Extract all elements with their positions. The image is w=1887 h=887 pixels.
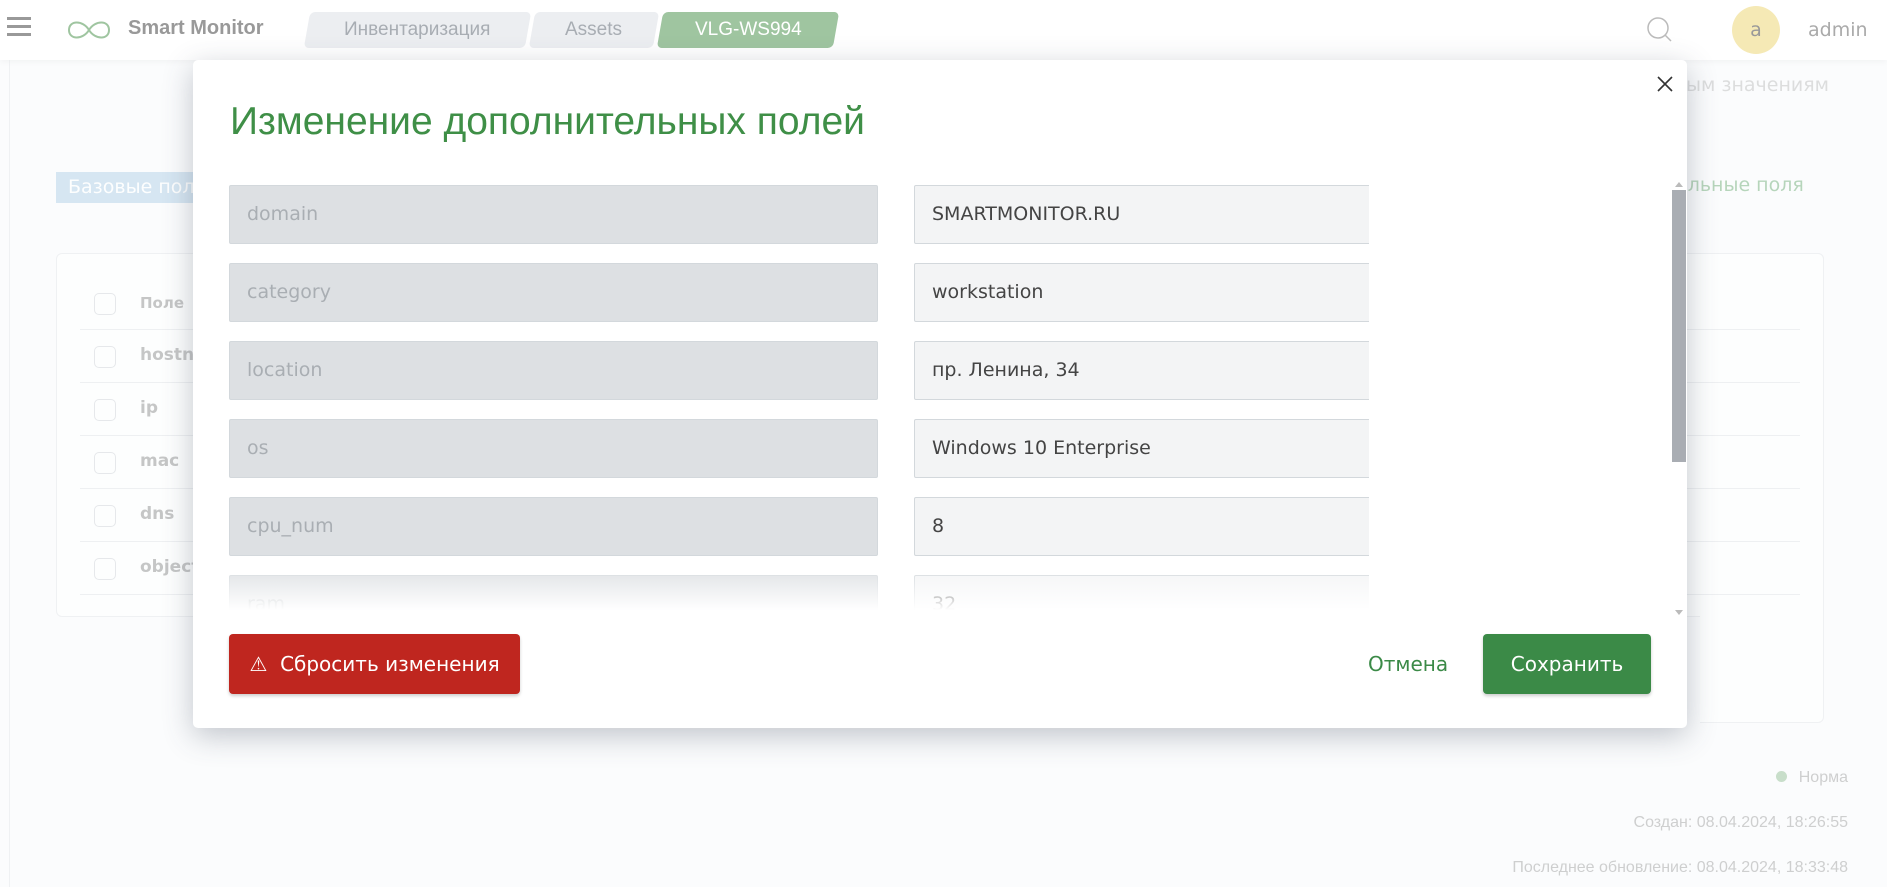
row-checkbox[interactable]	[94, 558, 116, 580]
field-value-input[interactable]: SMARTMONITOR.RU	[914, 185, 1369, 244]
modal-title: Изменение дополнительных полей	[230, 100, 865, 143]
field-value-input[interactable]: workstation	[914, 263, 1369, 322]
brand-name: Smart Monitor	[128, 17, 264, 39]
status-dot-icon	[1775, 771, 1787, 782]
field-value-input[interactable]: Windows 10 Enterprise	[914, 419, 1369, 478]
status-badge: Норма	[1775, 769, 1848, 787]
scroll-fade	[229, 565, 1369, 610]
hint-text: ым значениям	[1686, 74, 1829, 96]
warning-icon: ⚠	[249, 652, 268, 676]
user-name[interactable]: admin	[1808, 19, 1868, 41]
field-value-input[interactable]: 8	[914, 497, 1369, 556]
created-date: Создан: 08.04.2024, 18:26:55	[1633, 814, 1848, 831]
field-name-input: category	[229, 263, 878, 322]
select-all-checkbox[interactable]	[94, 293, 116, 315]
cancel-button[interactable]: Отмена	[1368, 634, 1448, 694]
save-button[interactable]: Сохранить	[1483, 634, 1651, 694]
updated-date: Последнее обновление: 08.04.2024, 18:33:…	[1512, 859, 1848, 876]
tab-extra-fields[interactable]: ельные поля	[1676, 174, 1804, 196]
row-checkbox[interactable]	[94, 346, 116, 368]
field-name-input: os	[229, 419, 878, 478]
column-header-field: Поле	[140, 294, 185, 312]
fields-list: domain SMARTMONITOR.RU category workstation…	[229, 185, 1369, 610]
row-field: mac	[140, 451, 180, 471]
field-name-input: domain	[229, 185, 878, 244]
reset-button[interactable]: ⚠ Сбросить изменения	[229, 634, 520, 694]
field-name-input: location	[229, 341, 878, 400]
row-field: dns	[140, 504, 175, 524]
row-field: ip	[140, 398, 158, 418]
edit-fields-modal: Изменение дополнительных полей domain SMA…	[193, 60, 1687, 728]
top-bar: Smart Monitor Инвентаризация Assets VLG-…	[0, 0, 1887, 60]
breadcrumb-inventory[interactable]: Инвентаризация	[303, 12, 532, 48]
row-checkbox[interactable]	[94, 452, 116, 474]
field-name-input: cpu_num	[229, 497, 878, 556]
scrollbar-thumb[interactable]	[1672, 190, 1686, 462]
breadcrumb-assets[interactable]: Assets	[528, 12, 660, 48]
row-field: object	[140, 557, 200, 577]
logo-icon	[67, 21, 111, 39]
avatar[interactable]: a	[1732, 6, 1780, 54]
tab-base-fields[interactable]: Базовые поля	[56, 172, 216, 203]
row-checkbox[interactable]	[94, 505, 116, 527]
row-checkbox[interactable]	[94, 399, 116, 421]
divider	[9, 60, 10, 887]
menu-icon[interactable]	[7, 17, 31, 37]
scroll-up-icon[interactable]	[1675, 182, 1683, 187]
close-icon[interactable]	[1655, 74, 1675, 94]
search-icon[interactable]	[1646, 16, 1674, 44]
field-value-input[interactable]: пр. Ленина, 34	[914, 341, 1369, 400]
breadcrumb-current[interactable]: VLG-WS994	[656, 12, 840, 48]
scroll-down-icon[interactable]	[1675, 610, 1683, 615]
